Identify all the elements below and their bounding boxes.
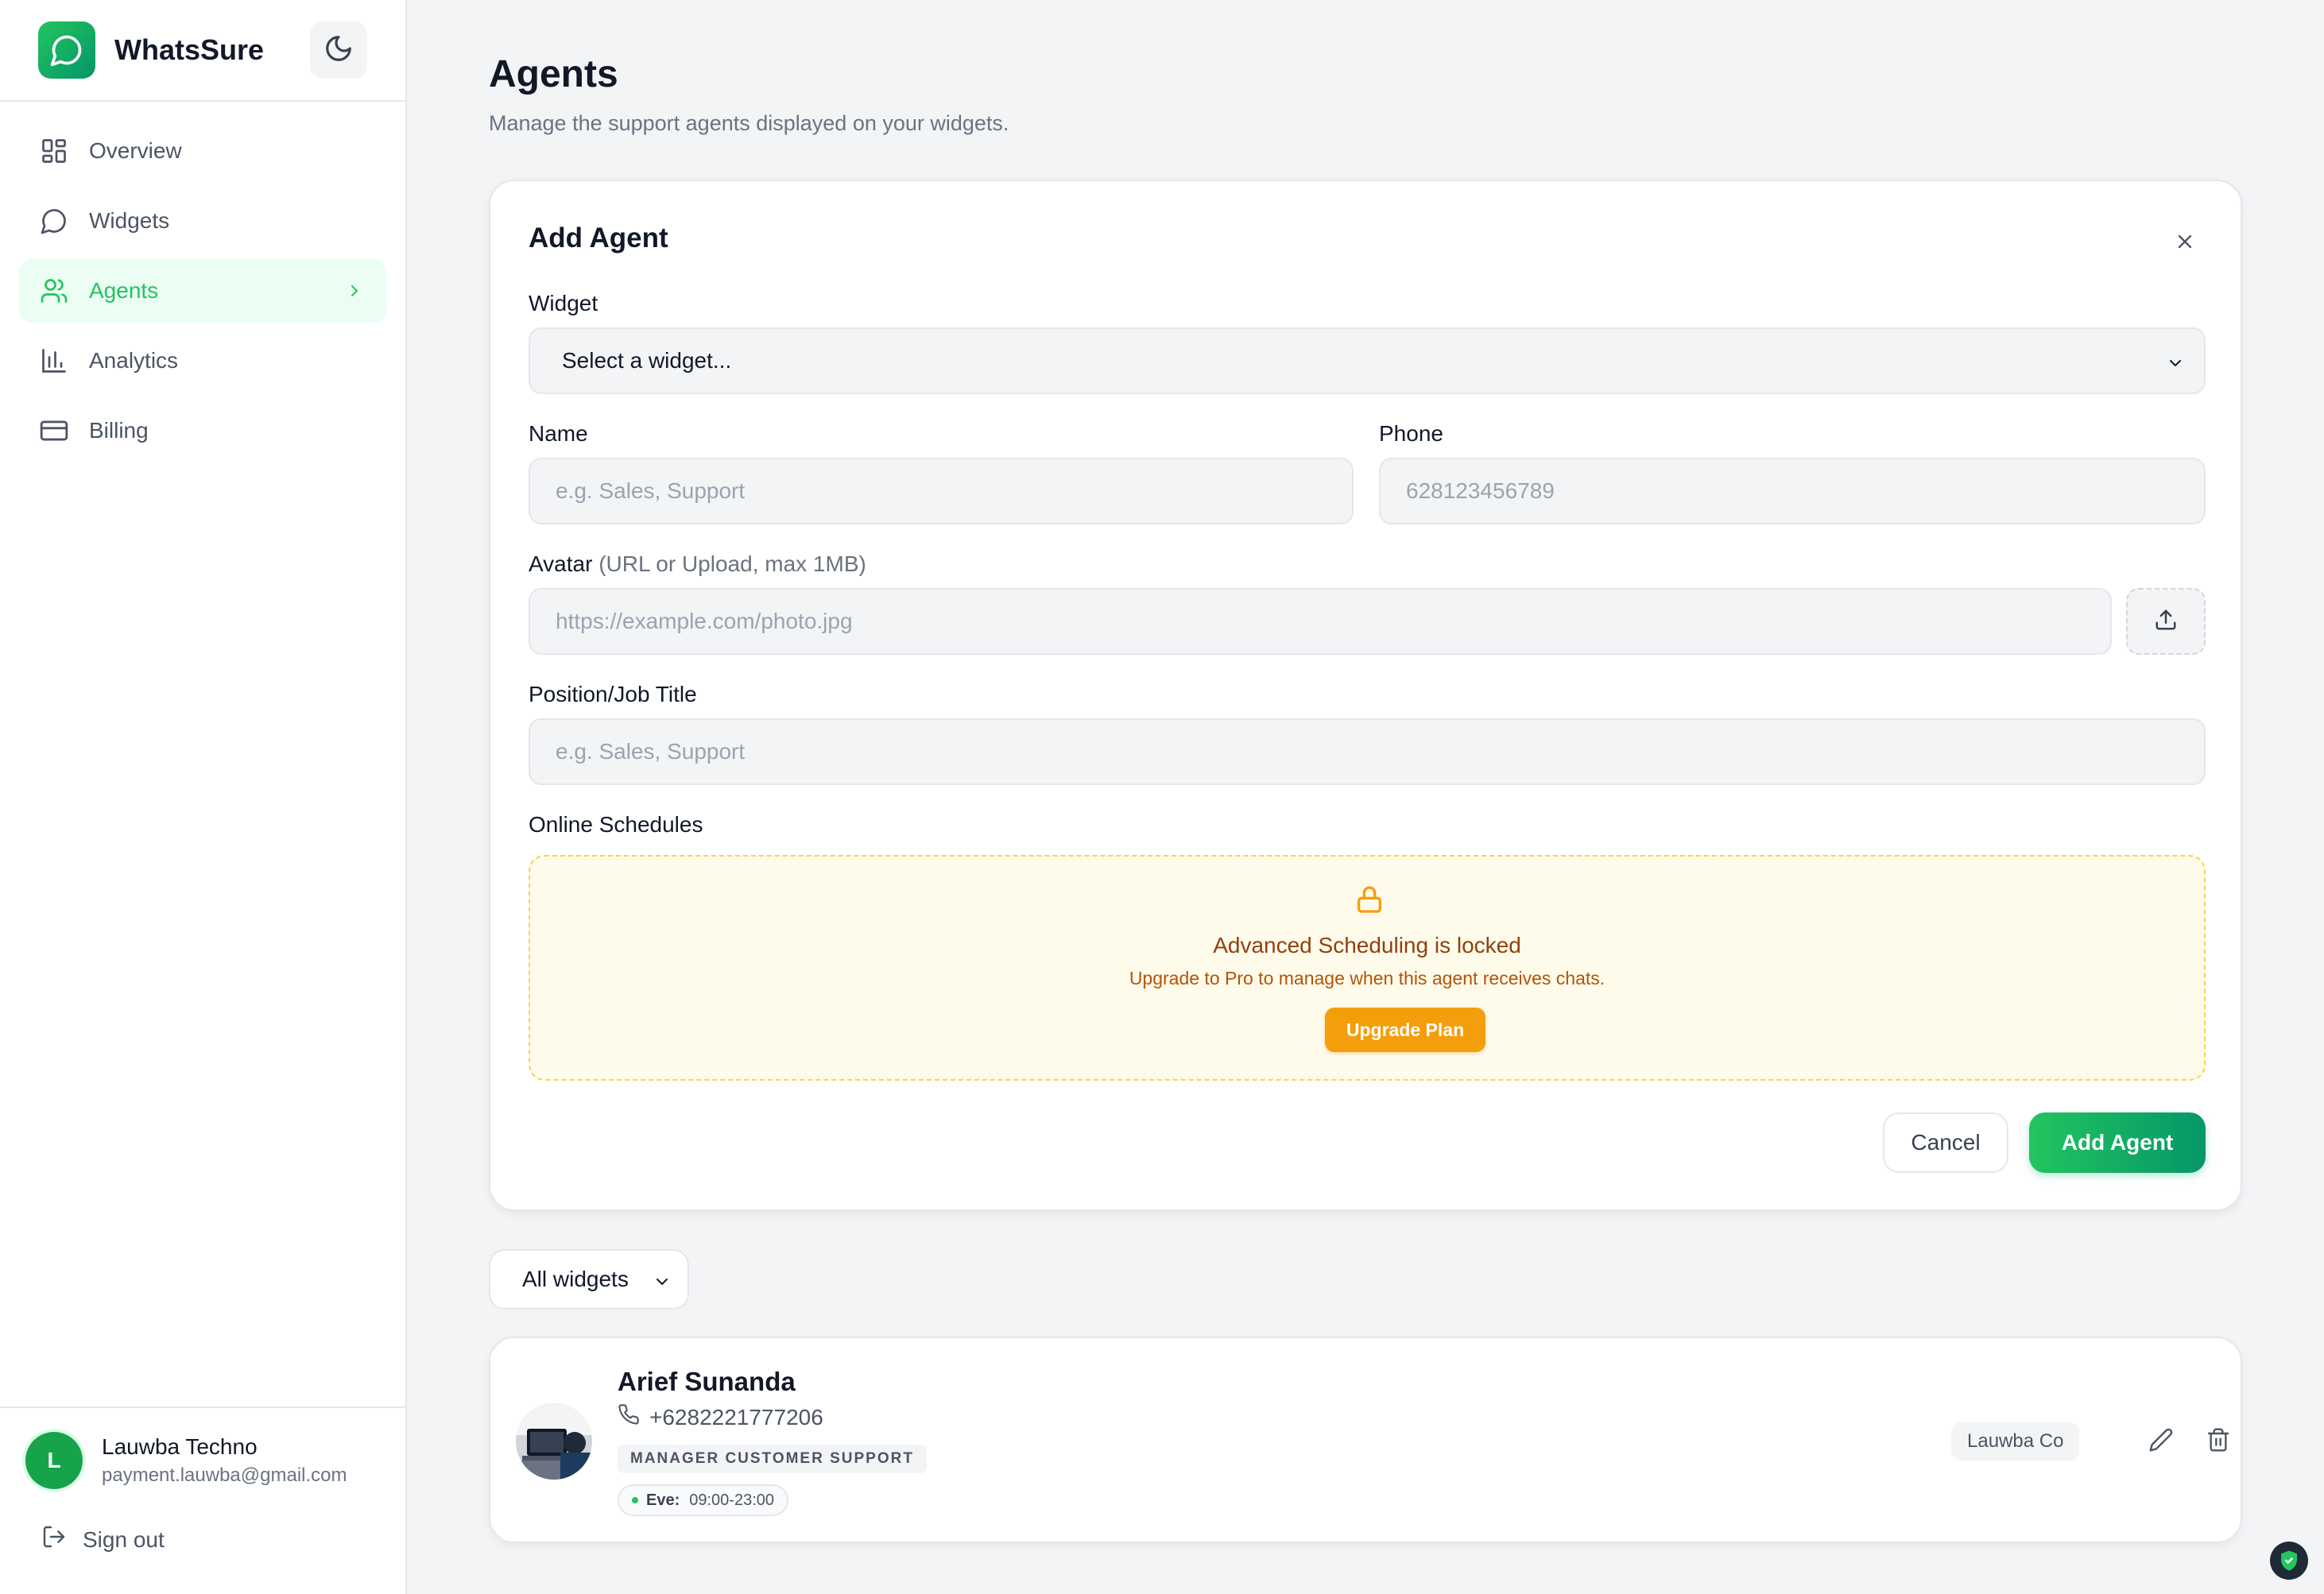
sidebar-nav: Overview Widgets Agents Analytics Billin… — [0, 102, 405, 486]
widget-filter-select[interactable]: All widgets — [489, 1249, 689, 1310]
add-agent-title: Add Agent — [529, 222, 668, 253]
name-label: Name — [529, 421, 588, 446]
agent-role-badge: MANAGER CUSTOMER SUPPORT — [618, 1445, 927, 1473]
sidebar-item-label: Billing — [89, 418, 149, 443]
moon-icon — [323, 33, 354, 68]
brand-header: WhatsSure — [0, 0, 405, 102]
delete-agent-button[interactable] — [2201, 1424, 2236, 1459]
trash-icon — [2206, 1427, 2231, 1457]
sidebar-item-agents[interactable]: Agents — [19, 259, 386, 323]
avatar: L — [25, 1432, 83, 1489]
schedules-label: Online Schedules — [529, 812, 703, 837]
agent-name: Arief Sunanda — [618, 1367, 796, 1396]
online-dot — [632, 1497, 638, 1503]
user-name: Lauwba Techno — [102, 1434, 258, 1459]
agent-phone-number: +6282221777206 — [649, 1404, 823, 1430]
phone-icon — [618, 1403, 640, 1431]
chevron-down-icon — [653, 1271, 672, 1297]
widget-label: Widget — [529, 291, 598, 315]
upgrade-plan-button[interactable]: Upgrade Plan — [1325, 1008, 1485, 1052]
sidebar-item-billing[interactable]: Billing — [19, 399, 386, 462]
name-input[interactable] — [529, 458, 1354, 524]
upload-avatar-button[interactable] — [2126, 588, 2206, 655]
edit-agent-button[interactable] — [2144, 1424, 2179, 1459]
lock-icon — [1354, 884, 1385, 919]
sidebar-item-label: Agents — [89, 278, 159, 303]
user-profile[interactable]: L Lauwba Techno payment.lauwba@gmail.com — [25, 1432, 380, 1489]
widget-select-value: Select a widget... — [562, 348, 732, 373]
chat-bubble-icon — [38, 205, 70, 237]
bar-chart-icon — [38, 345, 70, 377]
chevron-down-icon — [2166, 353, 2185, 378]
sidebar-item-analytics[interactable]: Analytics — [19, 329, 386, 393]
locked-description: Upgrade to Pro to manage when this agent… — [1129, 968, 1605, 989]
position-label: Position/Job Title — [529, 682, 697, 706]
users-icon — [38, 275, 70, 307]
agent-phone: +6282221777206 — [618, 1403, 823, 1431]
credit-card-icon — [38, 415, 70, 447]
sign-out-label: Sign out — [83, 1526, 165, 1552]
schedule-day: Eve: — [646, 1491, 680, 1509]
agent-schedule-badge: Eve: 09:00-23:00 — [618, 1484, 789, 1516]
avatar-label-text: Avatar — [529, 551, 593, 576]
phone-label: Phone — [1379, 421, 1443, 446]
close-icon — [2174, 230, 2196, 257]
sidebar-item-overview[interactable]: Overview — [19, 119, 386, 183]
sidebar: WhatsSure Overview Widgets Agents Analyt… — [0, 0, 407, 1594]
sign-out-button[interactable]: Sign out — [25, 1524, 380, 1555]
add-agent-button[interactable]: Add Agent — [2029, 1112, 2206, 1173]
sidebar-item-widgets[interactable]: Widgets — [19, 189, 386, 253]
agent-avatar — [516, 1403, 592, 1480]
user-panel: L Lauwba Techno payment.lauwba@gmail.com… — [0, 1406, 405, 1594]
user-email: payment.lauwba@gmail.com — [102, 1464, 347, 1486]
logout-icon — [41, 1524, 67, 1555]
agent-widget-badge: Lauwba Co — [1951, 1422, 2080, 1461]
page-title: Agents — [489, 53, 618, 95]
avatar-url-input[interactable] — [529, 588, 2112, 655]
pencil-icon — [2148, 1427, 2174, 1457]
phone-input[interactable] — [1379, 458, 2206, 524]
widget-select[interactable]: Select a widget... — [529, 327, 2206, 394]
whatsapp-logo-icon — [38, 21, 95, 79]
shield-check-icon[interactable] — [2270, 1542, 2308, 1580]
grid-icon — [38, 135, 70, 167]
schedule-locked-panel: Advanced Scheduling is locked Upgrade to… — [529, 855, 2206, 1081]
chevron-right-icon — [345, 277, 364, 311]
sidebar-item-label: Widgets — [89, 208, 170, 233]
upload-icon — [2154, 608, 2178, 636]
schedule-time: 09:00-23:00 — [689, 1491, 775, 1509]
app-name: WhatsSure — [114, 33, 265, 66]
agent-card: Arief Sunanda +6282221777206 MANAGER CUS… — [489, 1337, 2242, 1543]
theme-toggle-button[interactable] — [310, 21, 367, 79]
position-input[interactable] — [529, 718, 2206, 785]
sidebar-item-label: Analytics — [89, 348, 179, 373]
page-subtitle: Manage the support agents displayed on y… — [489, 111, 1009, 135]
widget-filter-value: All widgets — [522, 1267, 629, 1291]
avatar-label: Avatar (URL or Upload, max 1MB) — [529, 551, 866, 577]
close-button[interactable] — [2171, 229, 2199, 257]
cancel-button[interactable]: Cancel — [1883, 1112, 2008, 1173]
locked-title: Advanced Scheduling is locked — [1213, 933, 1521, 958]
add-agent-card: Add Agent Widget Select a widget... Name… — [489, 180, 2242, 1211]
sidebar-item-label: Overview — [89, 138, 182, 163]
avatar-label-hint: (URL or Upload, max 1MB) — [598, 551, 866, 576]
